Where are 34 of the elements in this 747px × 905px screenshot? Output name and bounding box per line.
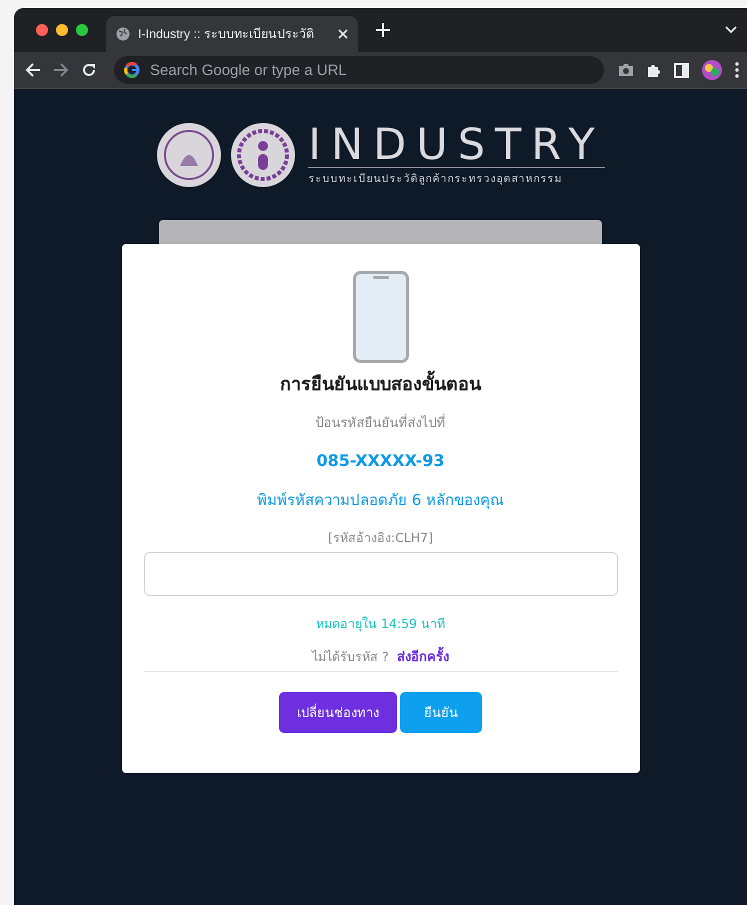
reference-code: [รหัสอ้างอิง:CLH7] — [328, 529, 433, 547]
minimize-window-icon[interactable] — [56, 24, 68, 36]
logo-title: INDUSTRY — [308, 123, 605, 168]
chevron-down-icon[interactable] — [725, 26, 737, 34]
tab-title: I-Industry :: ระบบทะเบียนประวัติ — [138, 26, 315, 43]
forward-arrow-icon[interactable] — [53, 62, 69, 78]
expiry-text: หมดอายุใน 14:59 นาที — [316, 615, 445, 634]
globe-icon — [116, 27, 130, 41]
logo-subtitle: ระบบทะเบียนประวัติลูกค้ากระทรวงอุตสาหกรรม — [308, 172, 564, 187]
code-prompt: พิมพ์รหัสความปลอดภัย 6 หลักของคุณ — [256, 490, 504, 512]
puzzle-piece-icon[interactable] — [646, 62, 662, 78]
maximize-window-icon[interactable] — [76, 24, 88, 36]
camera-icon[interactable] — [618, 63, 634, 77]
plus-icon[interactable] — [376, 23, 390, 37]
resend-link[interactable]: ส่งอีกครั้ง — [396, 646, 449, 667]
industry-emblem-icon — [230, 122, 296, 188]
browser-tab[interactable]: I-Industry :: ระบบทะเบียนประวัติ — [106, 16, 358, 52]
address-bar[interactable]: Search Google or type a URL — [114, 56, 604, 84]
back-arrow-icon[interactable] — [25, 62, 41, 78]
change-channel-button[interactable]: เปลี่ยนช่องทาง — [279, 692, 397, 733]
instruction-text: ป้อนรหัสยืนยันที่ส่งไปที่ — [316, 412, 446, 433]
phone-number: 085-XXXXX-93 — [316, 451, 444, 470]
google-logo-icon — [124, 62, 140, 78]
more-menu-icon[interactable] — [735, 62, 739, 78]
close-icon[interactable] — [338, 28, 348, 38]
profile-avatar-icon[interactable] — [701, 59, 723, 81]
code-input-field[interactable] — [144, 552, 618, 596]
side-panel-icon[interactable] — [674, 62, 689, 78]
ministry-seal-icon — [156, 122, 222, 188]
close-window-icon[interactable] — [36, 24, 48, 36]
smartphone-icon — [352, 271, 408, 363]
reload-icon[interactable] — [81, 62, 97, 78]
resend-question: ไม่ได้รับรหัส ? — [312, 648, 389, 666]
heading: การยืนยันแบบสองขั้นตอน — [280, 369, 481, 398]
